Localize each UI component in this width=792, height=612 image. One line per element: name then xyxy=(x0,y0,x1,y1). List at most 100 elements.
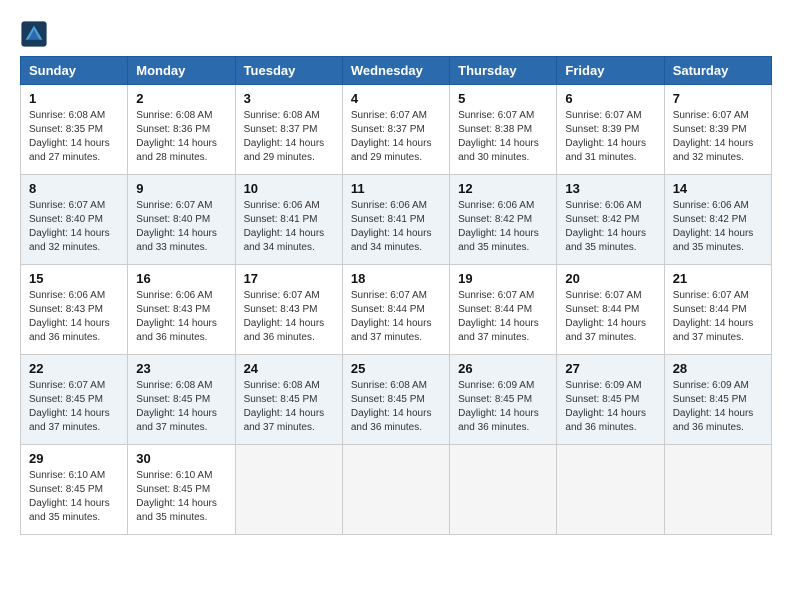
cell-info: Sunrise: 6:07 AMSunset: 8:38 PMDaylight:… xyxy=(458,109,548,165)
day-number: 24 xyxy=(244,361,334,376)
calendar-cell: 6 Sunrise: 6:07 AMSunset: 8:39 PMDaylight… xyxy=(557,85,664,175)
day-number: 12 xyxy=(458,181,548,196)
cell-info: Sunrise: 6:10 AMSunset: 8:45 PMDaylight:… xyxy=(29,469,119,525)
cell-info: Sunrise: 6:09 AMSunset: 8:45 PMDaylight:… xyxy=(458,379,548,435)
cell-info: Sunrise: 6:07 AMSunset: 8:39 PMDaylight:… xyxy=(673,109,763,165)
calendar-cell: 4 Sunrise: 6:07 AMSunset: 8:37 PMDaylight… xyxy=(342,85,449,175)
cell-info: Sunrise: 6:07 AMSunset: 8:45 PMDaylight:… xyxy=(29,379,119,435)
cell-info: Sunrise: 6:07 AMSunset: 8:44 PMDaylight:… xyxy=(458,289,548,345)
cell-info: Sunrise: 6:06 AMSunset: 8:41 PMDaylight:… xyxy=(244,199,334,255)
day-number: 7 xyxy=(673,91,763,106)
cell-info: Sunrise: 6:07 AMSunset: 8:43 PMDaylight:… xyxy=(244,289,334,345)
calendar-cell: 2 Sunrise: 6:08 AMSunset: 8:36 PMDaylight… xyxy=(128,85,235,175)
day-number: 26 xyxy=(458,361,548,376)
cell-info: Sunrise: 6:08 AMSunset: 8:45 PMDaylight:… xyxy=(136,379,226,435)
day-number: 27 xyxy=(565,361,655,376)
calendar-cell: 8 Sunrise: 6:07 AMSunset: 8:40 PMDaylight… xyxy=(21,175,128,265)
calendar-cell: 27 Sunrise: 6:09 AMSunset: 8:45 PMDayligh… xyxy=(557,355,664,445)
cell-info: Sunrise: 6:07 AMSunset: 8:44 PMDaylight:… xyxy=(673,289,763,345)
day-number: 25 xyxy=(351,361,441,376)
calendar-cell: 30Sunrise: 6:10 AMSunset: 8:45 PMDayligh… xyxy=(128,445,235,535)
calendar-cell: 5Sunrise: 6:07 AMSunset: 8:38 PMDaylight… xyxy=(450,85,557,175)
cell-info: Sunrise: 6:08 AMSunset: 8:36 PMDaylight:… xyxy=(136,109,226,165)
day-number: 8 xyxy=(29,181,119,196)
day-number: 29 xyxy=(29,451,119,466)
calendar-cell: 25Sunrise: 6:08 AMSunset: 8:45 PMDayligh… xyxy=(342,355,449,445)
day-number: 22 xyxy=(29,361,119,376)
calendar-cell: 26 Sunrise: 6:09 AMSunset: 8:45 PMDayligh… xyxy=(450,355,557,445)
cell-info: Sunrise: 6:07 AMSunset: 8:44 PMDaylight:… xyxy=(351,289,441,345)
calendar-cell: 20 Sunrise: 6:07 AMSunset: 8:44 PMDayligh… xyxy=(557,265,664,355)
day-number: 20 xyxy=(565,271,655,286)
cell-info: Sunrise: 6:09 AMSunset: 8:45 PMDaylight:… xyxy=(673,379,763,435)
cell-info: Sunrise: 6:06 AMSunset: 8:43 PMDaylight:… xyxy=(29,289,119,345)
day-number: 23 xyxy=(136,361,226,376)
calendar-cell: 10 Sunrise: 6:06 AMSunset: 8:41 PMDayligh… xyxy=(235,175,342,265)
day-number: 16 xyxy=(136,271,226,286)
calendar-cell: 7 Sunrise: 6:07 AMSunset: 8:39 PMDaylight… xyxy=(664,85,771,175)
calendar-cell: 12Sunrise: 6:06 AMSunset: 8:42 PMDayligh… xyxy=(450,175,557,265)
day-number: 10 xyxy=(244,181,334,196)
calendar-cell: 18 Sunrise: 6:07 AMSunset: 8:44 PMDayligh… xyxy=(342,265,449,355)
cell-info: Sunrise: 6:08 AMSunset: 8:45 PMDaylight:… xyxy=(244,379,334,435)
calendar-cell: 23 Sunrise: 6:08 AMSunset: 8:45 PMDayligh… xyxy=(128,355,235,445)
page-header xyxy=(20,20,772,48)
calendar-cell: 14 Sunrise: 6:06 AMSunset: 8:42 PMDayligh… xyxy=(664,175,771,265)
calendar-week-3: 15 Sunrise: 6:06 AMSunset: 8:43 PMDayligh… xyxy=(21,265,772,355)
column-header-tuesday: Tuesday xyxy=(235,57,342,85)
cell-info: Sunrise: 6:07 AMSunset: 8:37 PMDaylight:… xyxy=(351,109,441,165)
cell-info: Sunrise: 6:07 AMSunset: 8:39 PMDaylight:… xyxy=(565,109,655,165)
day-number: 21 xyxy=(673,271,763,286)
calendar-cell: 16 Sunrise: 6:06 AMSunset: 8:43 PMDayligh… xyxy=(128,265,235,355)
day-number: 9 xyxy=(136,181,226,196)
calendar-week-1: 1 Sunrise: 6:08 AMSunset: 8:35 PMDaylight… xyxy=(21,85,772,175)
logo xyxy=(20,20,52,48)
cell-info: Sunrise: 6:06 AMSunset: 8:42 PMDaylight:… xyxy=(673,199,763,255)
calendar-cell: 1 Sunrise: 6:08 AMSunset: 8:35 PMDaylight… xyxy=(21,85,128,175)
cell-info: Sunrise: 6:07 AMSunset: 8:40 PMDaylight:… xyxy=(29,199,119,255)
calendar-cell: 15 Sunrise: 6:06 AMSunset: 8:43 PMDayligh… xyxy=(21,265,128,355)
cell-info: Sunrise: 6:08 AMSunset: 8:35 PMDaylight:… xyxy=(29,109,119,165)
calendar-cell xyxy=(235,445,342,535)
cell-info: Sunrise: 6:06 AMSunset: 8:43 PMDaylight:… xyxy=(136,289,226,345)
cell-info: Sunrise: 6:06 AMSunset: 8:42 PMDaylight:… xyxy=(565,199,655,255)
calendar-cell: 19 Sunrise: 6:07 AMSunset: 8:44 PMDayligh… xyxy=(450,265,557,355)
cell-info: Sunrise: 6:06 AMSunset: 8:41 PMDaylight:… xyxy=(351,199,441,255)
calendar-cell: 29 Sunrise: 6:10 AMSunset: 8:45 PMDayligh… xyxy=(21,445,128,535)
calendar-cell xyxy=(450,445,557,535)
calendar-cell: 11Sunrise: 6:06 AMSunset: 8:41 PMDayligh… xyxy=(342,175,449,265)
cell-info: Sunrise: 6:09 AMSunset: 8:45 PMDaylight:… xyxy=(565,379,655,435)
calendar-cell: 17 Sunrise: 6:07 AMSunset: 8:43 PMDayligh… xyxy=(235,265,342,355)
calendar-week-5: 29 Sunrise: 6:10 AMSunset: 8:45 PMDayligh… xyxy=(21,445,772,535)
cell-info: Sunrise: 6:07 AMSunset: 8:40 PMDaylight:… xyxy=(136,199,226,255)
day-number: 30 xyxy=(136,451,226,466)
day-number: 1 xyxy=(29,91,119,106)
calendar-week-2: 8 Sunrise: 6:07 AMSunset: 8:40 PMDaylight… xyxy=(21,175,772,265)
day-number: 6 xyxy=(565,91,655,106)
column-header-saturday: Saturday xyxy=(664,57,771,85)
calendar-cell: 13Sunrise: 6:06 AMSunset: 8:42 PMDayligh… xyxy=(557,175,664,265)
cell-info: Sunrise: 6:07 AMSunset: 8:44 PMDaylight:… xyxy=(565,289,655,345)
calendar-cell: 22 Sunrise: 6:07 AMSunset: 8:45 PMDayligh… xyxy=(21,355,128,445)
calendar-cell: 9 Sunrise: 6:07 AMSunset: 8:40 PMDaylight… xyxy=(128,175,235,265)
calendar-cell: 21 Sunrise: 6:07 AMSunset: 8:44 PMDayligh… xyxy=(664,265,771,355)
column-header-wednesday: Wednesday xyxy=(342,57,449,85)
calendar-header-row: SundayMondayTuesdayWednesdayThursdayFrid… xyxy=(21,57,772,85)
column-header-monday: Monday xyxy=(128,57,235,85)
day-number: 28 xyxy=(673,361,763,376)
day-number: 3 xyxy=(244,91,334,106)
day-number: 18 xyxy=(351,271,441,286)
calendar-cell: 3 Sunrise: 6:08 AMSunset: 8:37 PMDaylight… xyxy=(235,85,342,175)
day-number: 14 xyxy=(673,181,763,196)
column-header-thursday: Thursday xyxy=(450,57,557,85)
cell-info: Sunrise: 6:08 AMSunset: 8:37 PMDaylight:… xyxy=(244,109,334,165)
day-number: 19 xyxy=(458,271,548,286)
day-number: 15 xyxy=(29,271,119,286)
calendar-table: SundayMondayTuesdayWednesdayThursdayFrid… xyxy=(20,56,772,535)
calendar-cell xyxy=(342,445,449,535)
day-number: 17 xyxy=(244,271,334,286)
day-number: 2 xyxy=(136,91,226,106)
calendar-cell xyxy=(664,445,771,535)
day-number: 4 xyxy=(351,91,441,106)
calendar-cell xyxy=(557,445,664,535)
